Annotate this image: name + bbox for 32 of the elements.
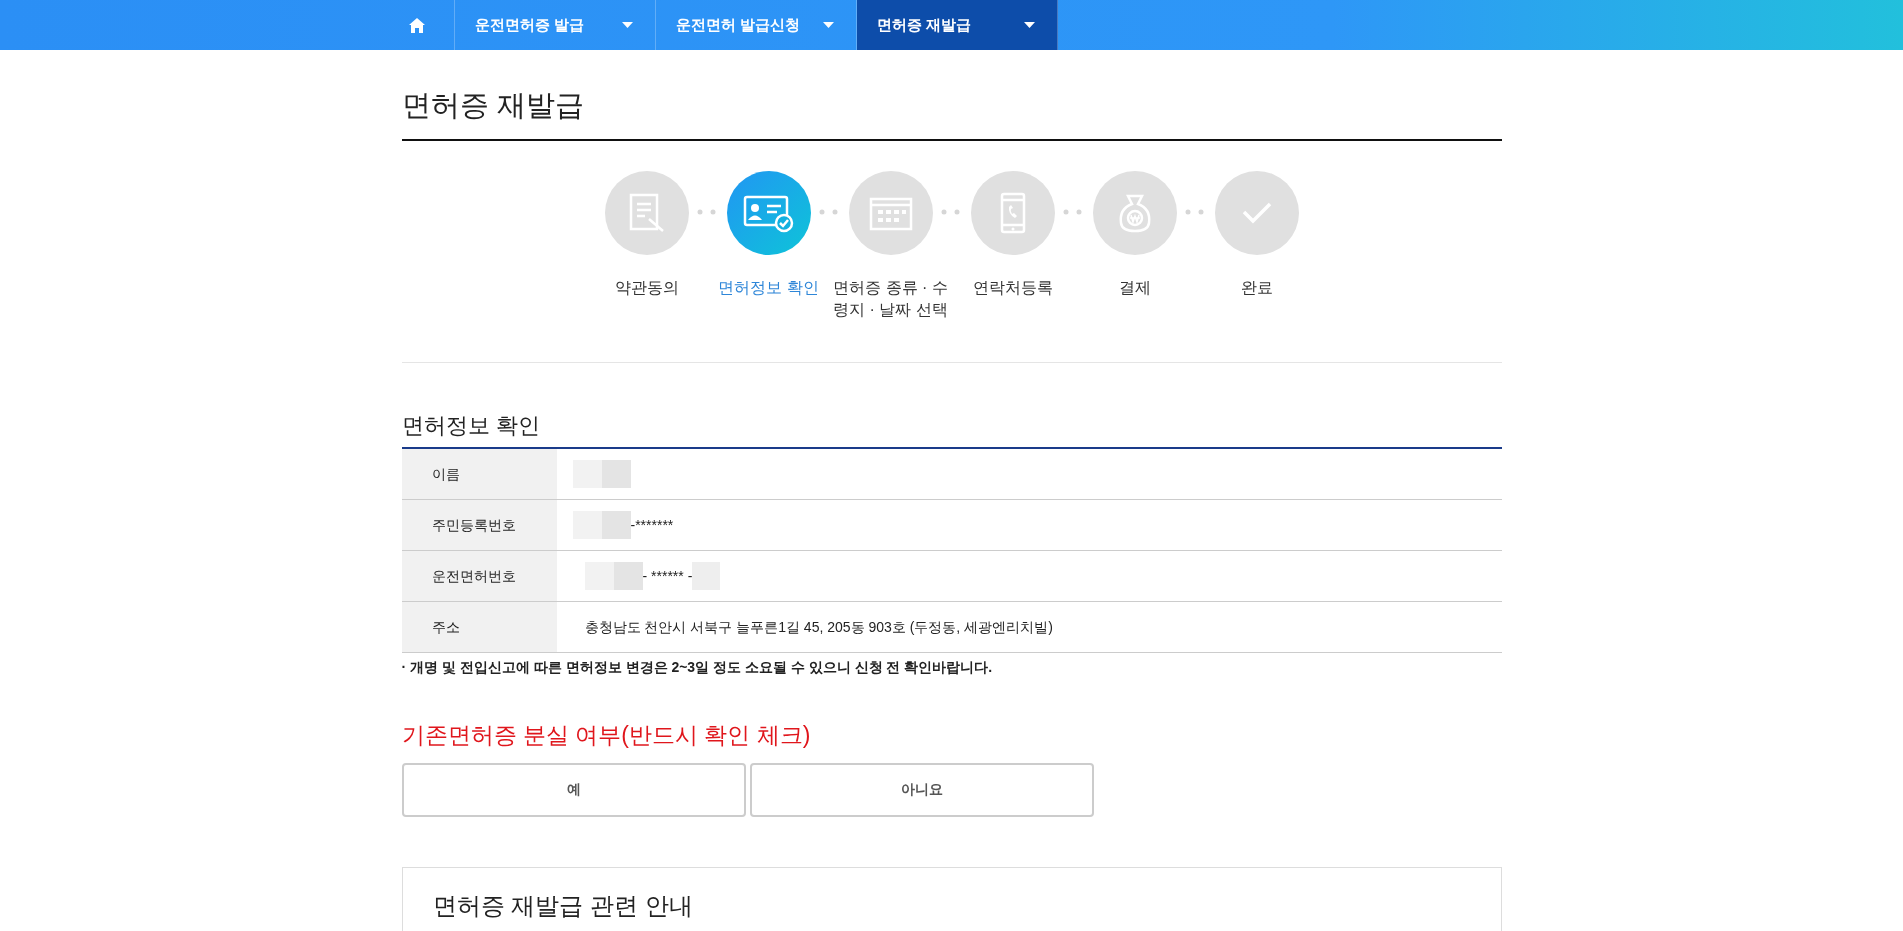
page-title: 면허증 재발급	[401, 50, 1502, 141]
redacted-block	[572, 511, 631, 540]
step-label: 연락처등록	[972, 277, 1053, 298]
step-label: 완료	[1240, 277, 1273, 298]
option-button[interactable]: 예	[401, 762, 746, 817]
row-value: -*******	[630, 515, 674, 535]
step-label: 면허정보 확인	[718, 277, 819, 298]
document-pen-icon	[628, 192, 665, 233]
caret-icon	[1024, 22, 1035, 28]
row-label: 운전면허번호	[401, 550, 557, 602]
redacted-block	[584, 562, 643, 591]
option-button[interactable]: 아니요	[749, 762, 1094, 817]
info-note: · 개명 및 전입신고에 따른 면허정보 변경은 2~3일 정도 소요될 수 있으니 신청 전 확인바랍니다.	[401, 658, 994, 678]
row-value: - ****** -	[642, 566, 693, 586]
question-title: 기존면허증 분실 여부(반드시 확인 체크)	[401, 721, 812, 751]
guide-title: 면허증 재발급 관련 안내	[432, 891, 694, 921]
checkmark-icon	[1240, 200, 1273, 225]
caret-icon	[622, 22, 633, 28]
phone-icon	[999, 191, 1026, 234]
redacted-block	[572, 460, 631, 489]
row-label: 이름	[401, 448, 557, 500]
nav-menu-item[interactable]: 면허증 재발급	[857, 0, 1058, 50]
money-bag-icon	[1116, 192, 1153, 233]
section-title: 면허정보 확인	[401, 412, 1502, 449]
home-icon	[409, 17, 425, 33]
row-value: 충청남도 천안시 서북구 늘푸른1길 45, 205동 903호 (두정동, 세광엔리치빌)	[584, 617, 1053, 637]
caret-icon	[823, 22, 834, 28]
step-label: 면허증 종류 · 수령지 · 날짜 선택	[832, 277, 949, 321]
step-label: 약관동의	[614, 277, 679, 298]
step-label: 결제	[1118, 277, 1151, 298]
row-label: 주민등록번호	[401, 499, 557, 551]
row-label: 주소	[401, 601, 557, 653]
